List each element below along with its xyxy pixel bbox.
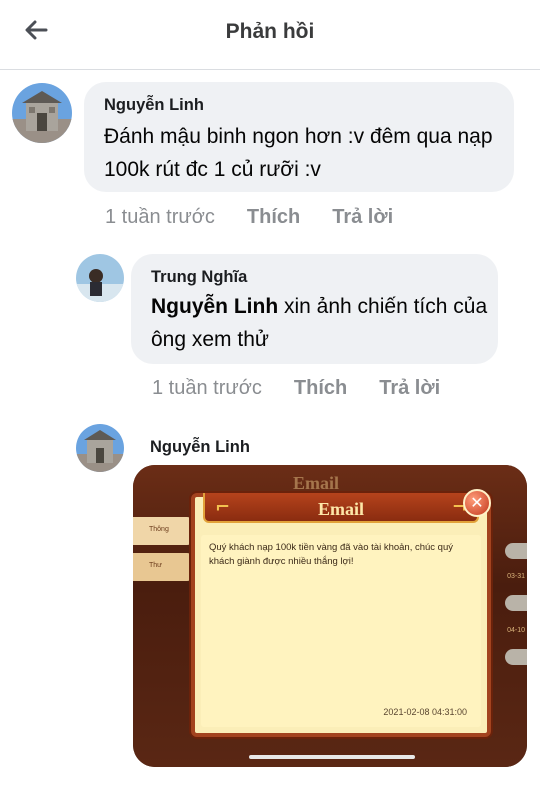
reply-button[interactable]: Trả lời xyxy=(379,377,440,400)
right-label: 03-31 xyxy=(507,573,525,580)
comment-meta: 1 tuần trước Thích Trả lời xyxy=(105,206,393,229)
comment-time: 1 tuần trước xyxy=(152,377,262,399)
email-dialog: ⌐ Email ¬ Quý khách nạp 100k tiền vàng đ… xyxy=(191,493,491,737)
comment-bubble[interactable]: Nguyễn Linh Đánh mậu binh ngon hơn :v đê… xyxy=(84,82,514,192)
right-pill xyxy=(505,649,527,665)
comment-author[interactable]: Nguyễn Linh xyxy=(150,438,250,457)
background-email-title: Email xyxy=(293,473,340,493)
right-pill xyxy=(505,595,527,611)
dialog-header: ⌐ Email ¬ xyxy=(203,493,479,523)
right-label: 04-10 xyxy=(507,627,525,634)
dialog-body: Quý khách nạp 100k tiền vàng đã vào tài … xyxy=(201,535,481,727)
like-button[interactable]: Thích xyxy=(247,206,300,229)
comment-text: Nguyễn Linh xin ảnh chiến tích của ông x… xyxy=(151,290,491,356)
top-bar: Phản hồi xyxy=(0,0,540,70)
side-tab-notice: Thông xyxy=(133,517,193,545)
attached-screenshot[interactable]: Email Thông Thư 03-31 04-10 ⌐ Email ¬ Qu… xyxy=(133,465,527,767)
comment-time: 1 tuần trước xyxy=(105,206,215,228)
email-timestamp: 2021-02-08 04:31:00 xyxy=(383,707,467,717)
side-tab-mail: Thư xyxy=(133,553,193,581)
dialog-title: Email xyxy=(317,499,364,519)
close-icon[interactable]: ✕ xyxy=(463,489,491,517)
avatar-trung-nghia[interactable] xyxy=(76,254,124,302)
avatar-nguyen-linh[interactable] xyxy=(12,83,72,143)
reply-button[interactable]: Trả lời xyxy=(332,206,393,229)
page-title: Phản hồi xyxy=(225,20,315,43)
comment-meta: 1 tuần trước Thích Trả lời xyxy=(152,377,440,400)
right-pill xyxy=(505,543,527,559)
comment-bubble[interactable]: Trung Nghĩa Nguyễn Linh xin ảnh chiến tí… xyxy=(131,254,498,364)
like-button[interactable]: Thích xyxy=(294,377,347,400)
home-indicator xyxy=(249,755,415,759)
comment-author[interactable]: Trung Nghĩa xyxy=(151,268,247,287)
mention-link[interactable]: Nguyễn Linh xyxy=(151,295,278,318)
avatar-nguyen-linh[interactable] xyxy=(76,424,124,472)
email-message: Quý khách nạp 100k tiền vàng đã vào tài … xyxy=(209,542,453,567)
comment-text: Đánh mậu binh ngon hơn :v đêm qua nạp 10… xyxy=(104,125,493,181)
comment-author[interactable]: Nguyễn Linh xyxy=(104,96,204,115)
